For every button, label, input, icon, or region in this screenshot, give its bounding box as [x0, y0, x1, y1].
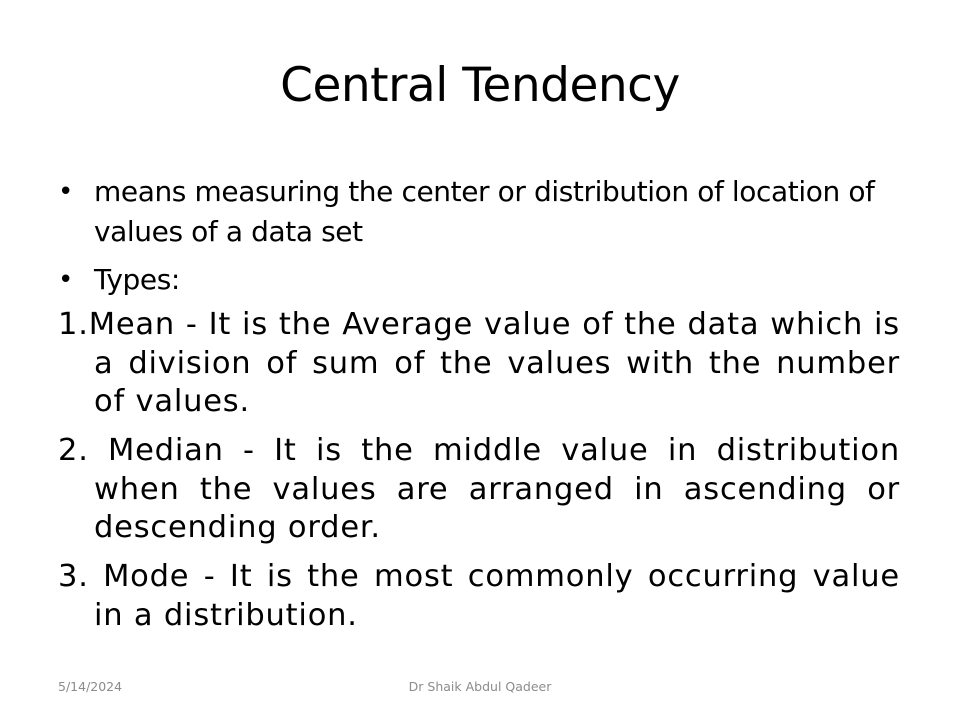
bullet-dot-icon: •	[58, 265, 73, 295]
bullet-dot-icon: •	[58, 177, 73, 207]
slide-title: Central Tendency	[280, 58, 680, 113]
bullet-item: • Types:	[56, 260, 906, 300]
numbered-item-median: 2. Median - It is the middle value in di…	[58, 433, 900, 545]
bullet-text: means measuring the center or distributi…	[94, 175, 875, 248]
numbered-item-mean: 1.Mean - It is the Average value of the …	[58, 307, 900, 419]
bullet-text: Types:	[94, 263, 180, 296]
slide: Central Tendency • means measuring the c…	[0, 0, 960, 720]
footer-author: Dr Shaik Abdul Qadeer	[408, 679, 552, 694]
numbered-item-mode: 3. Mode - It is the most commonly occurr…	[58, 559, 900, 633]
bullet-list: • means measuring the center or distribu…	[56, 172, 906, 308]
bullet-item: • means measuring the center or distribu…	[56, 172, 906, 252]
